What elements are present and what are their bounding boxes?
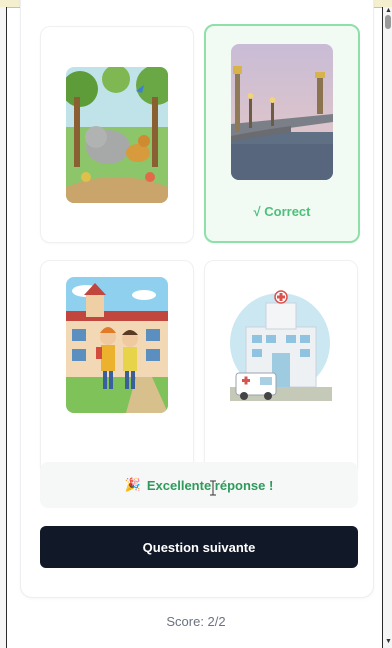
text-cursor-icon xyxy=(210,480,216,496)
feedback-banner: 🎉 Excellente réponse ! xyxy=(40,462,358,508)
window-left-border xyxy=(0,7,7,648)
score-text: Score: 2/2 xyxy=(166,614,226,629)
scrollbar-thumb[interactable] xyxy=(385,15,391,29)
paris-bridge-image xyxy=(231,44,333,180)
school-children-image xyxy=(66,277,168,413)
answer-option-school[interactable] xyxy=(40,260,194,477)
scroll-up-icon[interactable]: ▲ xyxy=(385,7,392,15)
jungle-animals-image xyxy=(66,67,168,203)
hospital-ambulance-image xyxy=(230,283,332,419)
next-question-button[interactable]: Question suivante xyxy=(40,526,358,568)
correct-label: √ Correct xyxy=(253,204,311,219)
answer-option-jungle[interactable] xyxy=(40,26,194,243)
answer-option-paris[interactable]: √ Correct xyxy=(204,24,360,243)
answer-option-hospital[interactable] xyxy=(204,260,358,477)
party-popper-icon: 🎉 xyxy=(124,477,141,492)
vertical-scrollbar[interactable]: ▲ ▼ xyxy=(382,7,392,648)
scroll-down-icon[interactable]: ▼ xyxy=(385,638,392,646)
